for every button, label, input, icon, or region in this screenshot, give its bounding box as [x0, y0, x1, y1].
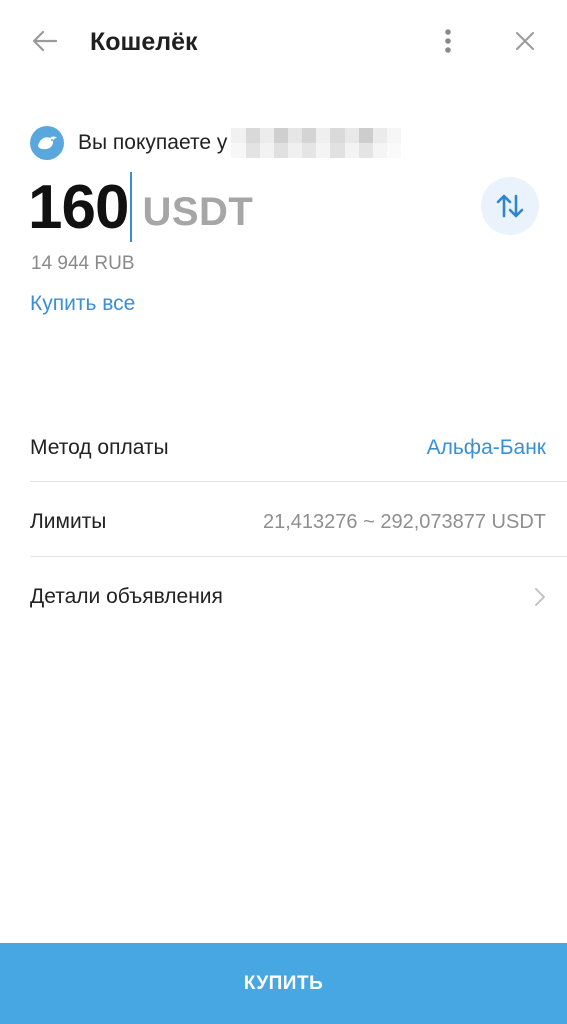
divider — [30, 556, 567, 557]
payment-method-label: Метод оплаты — [30, 436, 169, 459]
bird-avatar-icon — [38, 136, 57, 150]
wallet-buy-screen: Кошелёк Вы покупаете у 160 USDT 14 944 R… — [0, 0, 567, 1024]
close-icon — [516, 32, 534, 50]
amount-currency: USDT — [142, 190, 254, 234]
seller-prefix: Вы покупаете у — [78, 131, 228, 154]
buy-all-link[interactable]: Купить все — [30, 292, 135, 316]
ad-details-row[interactable]: Детали объявления — [0, 560, 567, 634]
seller-avatar[interactable] — [30, 126, 64, 160]
payment-method-value[interactable]: Альфа-Банк — [427, 436, 546, 460]
limits-value: 21,413276 ~ 292,073877 USDT — [263, 510, 546, 533]
swap-currency-button[interactable] — [481, 177, 539, 235]
payment-method-row[interactable]: Метод оплаты Альфа-Банк — [0, 411, 567, 485]
amount-input[interactable]: 160 USDT — [28, 168, 253, 244]
amount-value[interactable]: 160 — [28, 172, 129, 244]
chevron-right-icon — [535, 588, 545, 606]
more-vertical-icon — [445, 29, 451, 53]
seller-line: Вы покупаете у — [30, 126, 402, 160]
ad-details-label: Детали объявления — [30, 585, 223, 608]
seller-name-redacted[interactable] — [231, 128, 402, 158]
close-button[interactable] — [506, 22, 544, 60]
limits-row: Лимиты 21,413276 ~ 292,073877 USDT — [0, 485, 567, 559]
swap-vertical-icon — [496, 194, 524, 218]
fiat-equivalent: 14 944 RUB — [31, 253, 135, 274]
page-title: Кошелёк — [90, 28, 198, 56]
buy-button[interactable]: КУПИТЬ — [0, 943, 567, 1024]
arrow-left-icon — [32, 30, 58, 52]
header: Кошелёк — [0, 0, 567, 82]
back-button[interactable] — [26, 22, 64, 60]
text-caret — [130, 172, 133, 242]
limits-label: Лимиты — [30, 510, 107, 533]
divider — [30, 481, 567, 482]
more-options-button[interactable] — [432, 22, 464, 60]
